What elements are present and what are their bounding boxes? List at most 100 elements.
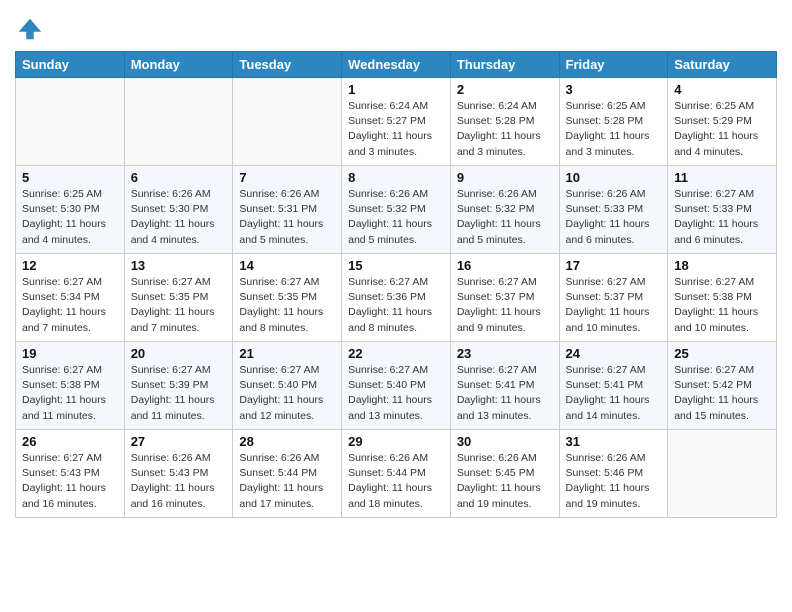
day-number: 4	[674, 82, 770, 97]
calendar-cell: 24 Sunrise: 6:27 AMSunset: 5:41 PMDayligh…	[559, 342, 668, 430]
calendar-cell: 11Sunrise: 6:27 AMSunset: 5:33 PMDayligh…	[668, 166, 777, 254]
weekday-header-row: SundayMondayTuesdayWednesdayThursdayFrid…	[16, 52, 777, 78]
day-info: Sunrise: 6:24 AMSunset: 5:27 PMDaylight:…	[348, 99, 444, 160]
day-info: Sunrise: 6:27 AMSunset: 5:40 PMDaylight:…	[239, 363, 335, 424]
day-number: 11	[674, 170, 770, 185]
weekday-header-tuesday: Tuesday	[233, 52, 342, 78]
day-info: Sunrise: 6:25 AMSunset: 5:30 PMDaylight:…	[22, 187, 118, 248]
day-info: Sunrise: 6:26 AMSunset: 5:32 PMDaylight:…	[457, 187, 553, 248]
calendar-cell: 1Sunrise: 6:24 AMSunset: 5:27 PMDaylight…	[342, 78, 451, 166]
day-info: Sunrise: 6:27 AMSunset: 5:42 PMDaylight:…	[674, 363, 770, 424]
day-number: 30	[457, 434, 553, 449]
header	[15, 10, 777, 43]
calendar-table: SundayMondayTuesdayWednesdayThursdayFrid…	[15, 51, 777, 518]
calendar-cell: 29 Sunrise: 6:26 AMSunset: 5:44 PMDayligh…	[342, 430, 451, 518]
calendar-cell: 14 Sunrise: 6:27 AMSunset: 5:35 PMDayligh…	[233, 254, 342, 342]
day-number: 29	[348, 434, 444, 449]
day-number: 25	[674, 346, 770, 361]
day-number: 26	[22, 434, 118, 449]
day-info: Sunrise: 6:27 AMSunset: 5:41 PMDaylight:…	[457, 363, 553, 424]
day-number: 5	[22, 170, 118, 185]
calendar-cell: 22Sunrise: 6:27 AMSunset: 5:40 PMDayligh…	[342, 342, 451, 430]
day-info: Sunrise: 6:27 AMSunset: 5:39 PMDaylight:…	[131, 363, 227, 424]
weekday-header-saturday: Saturday	[668, 52, 777, 78]
calendar-cell: 20Sunrise: 6:27 AMSunset: 5:39 PMDayligh…	[124, 342, 233, 430]
day-info: Sunrise: 6:26 AMSunset: 5:46 PMDaylight:…	[566, 451, 662, 512]
day-info: Sunrise: 6:27 AMSunset: 5:36 PMDaylight:…	[348, 275, 444, 336]
day-info: Sunrise: 6:26 AMSunset: 5:32 PMDaylight:…	[348, 187, 444, 248]
day-number: 24	[566, 346, 662, 361]
calendar-cell: 4Sunrise: 6:25 AMSunset: 5:29 PMDaylight…	[668, 78, 777, 166]
day-number: 6	[131, 170, 227, 185]
day-number: 23	[457, 346, 553, 361]
day-info: Sunrise: 6:27 AMSunset: 5:38 PMDaylight:…	[674, 275, 770, 336]
day-info: Sunrise: 6:26 AMSunset: 5:43 PMDaylight:…	[131, 451, 227, 512]
calendar-cell: 9 Sunrise: 6:26 AMSunset: 5:32 PMDaylight…	[450, 166, 559, 254]
day-info: Sunrise: 6:26 AMSunset: 5:31 PMDaylight:…	[239, 187, 335, 248]
page: SundayMondayTuesdayWednesdayThursdayFrid…	[0, 0, 792, 533]
day-info: Sunrise: 6:27 AMSunset: 5:41 PMDaylight:…	[566, 363, 662, 424]
calendar-cell: 2Sunrise: 6:24 AMSunset: 5:28 PMDaylight…	[450, 78, 559, 166]
day-info: Sunrise: 6:27 AMSunset: 5:43 PMDaylight:…	[22, 451, 118, 512]
calendar-cell: 16 Sunrise: 6:27 AMSunset: 5:37 PMDayligh…	[450, 254, 559, 342]
week-row-4: 19 Sunrise: 6:27 AMSunset: 5:38 PMDayligh…	[16, 342, 777, 430]
week-row-3: 12 Sunrise: 6:27 AMSunset: 5:34 PMDayligh…	[16, 254, 777, 342]
day-number: 27	[131, 434, 227, 449]
day-number: 17	[566, 258, 662, 273]
day-number: 19	[22, 346, 118, 361]
logo	[15, 15, 45, 43]
calendar-cell: 3Sunrise: 6:25 AMSunset: 5:28 PMDaylight…	[559, 78, 668, 166]
calendar-cell: 7 Sunrise: 6:26 AMSunset: 5:31 PMDaylight…	[233, 166, 342, 254]
calendar-cell: 15 Sunrise: 6:27 AMSunset: 5:36 PMDayligh…	[342, 254, 451, 342]
calendar-cell: 26 Sunrise: 6:27 AMSunset: 5:43 PMDayligh…	[16, 430, 125, 518]
calendar-cell: 23 Sunrise: 6:27 AMSunset: 5:41 PMDayligh…	[450, 342, 559, 430]
calendar-cell: 18Sunrise: 6:27 AMSunset: 5:38 PMDayligh…	[668, 254, 777, 342]
day-info: Sunrise: 6:24 AMSunset: 5:28 PMDaylight:…	[457, 99, 553, 160]
calendar-cell: 28 Sunrise: 6:26 AMSunset: 5:44 PMDayligh…	[233, 430, 342, 518]
calendar-cell: 19 Sunrise: 6:27 AMSunset: 5:38 PMDayligh…	[16, 342, 125, 430]
day-number: 21	[239, 346, 335, 361]
day-info: Sunrise: 6:25 AMSunset: 5:28 PMDaylight:…	[566, 99, 662, 160]
calendar-cell: 6 Sunrise: 6:26 AMSunset: 5:30 PMDaylight…	[124, 166, 233, 254]
day-info: Sunrise: 6:27 AMSunset: 5:37 PMDaylight:…	[457, 275, 553, 336]
day-number: 31	[566, 434, 662, 449]
calendar-cell: 8Sunrise: 6:26 AMSunset: 5:32 PMDaylight…	[342, 166, 451, 254]
day-number: 16	[457, 258, 553, 273]
week-row-5: 26 Sunrise: 6:27 AMSunset: 5:43 PMDayligh…	[16, 430, 777, 518]
week-row-2: 5 Sunrise: 6:25 AMSunset: 5:30 PMDaylight…	[16, 166, 777, 254]
calendar-cell	[233, 78, 342, 166]
calendar-cell: 10 Sunrise: 6:26 AMSunset: 5:33 PMDayligh…	[559, 166, 668, 254]
calendar-cell	[124, 78, 233, 166]
calendar-cell: 31 Sunrise: 6:26 AMSunset: 5:46 PMDayligh…	[559, 430, 668, 518]
calendar-cell: 30Sunrise: 6:26 AMSunset: 5:45 PMDayligh…	[450, 430, 559, 518]
calendar-cell: 17Sunrise: 6:27 AMSunset: 5:37 PMDayligh…	[559, 254, 668, 342]
day-number: 13	[131, 258, 227, 273]
logo-icon	[15, 15, 43, 43]
day-info: Sunrise: 6:26 AMSunset: 5:44 PMDaylight:…	[348, 451, 444, 512]
day-number: 15	[348, 258, 444, 273]
day-info: Sunrise: 6:26 AMSunset: 5:33 PMDaylight:…	[566, 187, 662, 248]
day-number: 10	[566, 170, 662, 185]
day-number: 22	[348, 346, 444, 361]
day-number: 14	[239, 258, 335, 273]
day-number: 28	[239, 434, 335, 449]
calendar-cell: 5 Sunrise: 6:25 AMSunset: 5:30 PMDaylight…	[16, 166, 125, 254]
weekday-header-sunday: Sunday	[16, 52, 125, 78]
day-info: Sunrise: 6:27 AMSunset: 5:35 PMDaylight:…	[239, 275, 335, 336]
day-number: 9	[457, 170, 553, 185]
calendar-cell: 12 Sunrise: 6:27 AMSunset: 5:34 PMDayligh…	[16, 254, 125, 342]
day-info: Sunrise: 6:27 AMSunset: 5:35 PMDaylight:…	[131, 275, 227, 336]
day-number: 7	[239, 170, 335, 185]
day-info: Sunrise: 6:27 AMSunset: 5:34 PMDaylight:…	[22, 275, 118, 336]
weekday-header-friday: Friday	[559, 52, 668, 78]
weekday-header-thursday: Thursday	[450, 52, 559, 78]
day-number: 12	[22, 258, 118, 273]
day-info: Sunrise: 6:27 AMSunset: 5:38 PMDaylight:…	[22, 363, 118, 424]
calendar-cell	[668, 430, 777, 518]
calendar-cell: 27 Sunrise: 6:26 AMSunset: 5:43 PMDayligh…	[124, 430, 233, 518]
weekday-header-wednesday: Wednesday	[342, 52, 451, 78]
calendar-cell: 21 Sunrise: 6:27 AMSunset: 5:40 PMDayligh…	[233, 342, 342, 430]
day-info: Sunrise: 6:26 AMSunset: 5:44 PMDaylight:…	[239, 451, 335, 512]
day-info: Sunrise: 6:26 AMSunset: 5:30 PMDaylight:…	[131, 187, 227, 248]
week-row-1: 1Sunrise: 6:24 AMSunset: 5:27 PMDaylight…	[16, 78, 777, 166]
